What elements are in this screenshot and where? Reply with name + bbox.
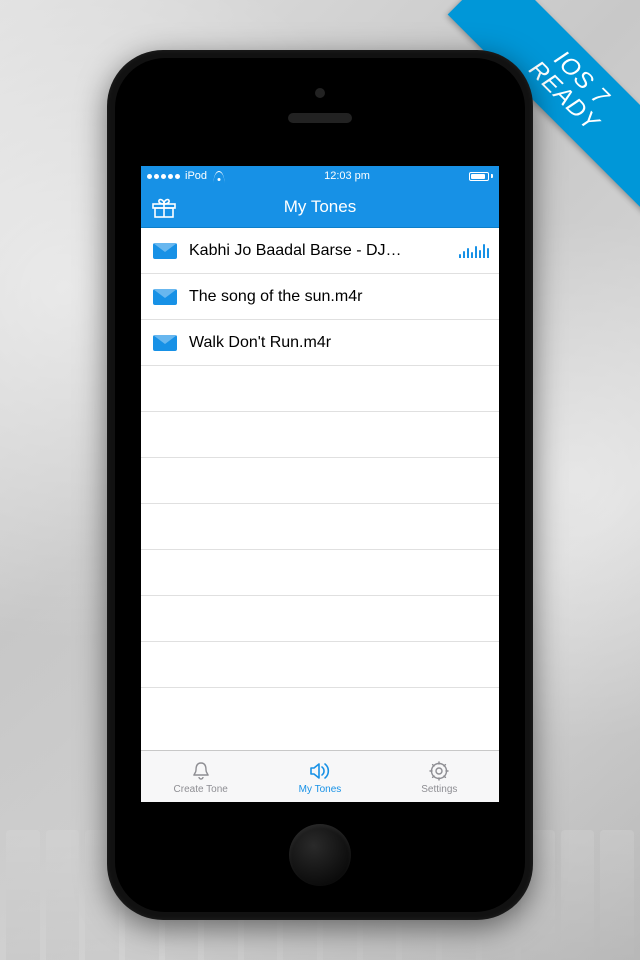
- now-playing-icon: [459, 244, 490, 258]
- tab-label: Settings: [421, 784, 457, 795]
- tab-create-tone[interactable]: Create Tone: [141, 751, 260, 802]
- tab-settings[interactable]: Settings: [380, 751, 499, 802]
- list-item-empty: [141, 412, 499, 458]
- list-item-empty: [141, 458, 499, 504]
- list-item-empty: [141, 550, 499, 596]
- gift-button[interactable]: [149, 193, 179, 221]
- mail-icon: [153, 335, 177, 351]
- status-bar: iPod 12:03 pm: [141, 166, 499, 186]
- clock-label: 12:03 pm: [324, 170, 370, 182]
- mail-icon: [153, 243, 177, 259]
- phone-speaker: [288, 113, 352, 123]
- gear-icon: [426, 759, 452, 783]
- page-title: My Tones: [284, 197, 356, 217]
- tones-list: Kabhi Jo Baadal Barse - DJ… The song of …: [141, 228, 499, 688]
- battery-icon: [469, 172, 493, 181]
- list-item[interactable]: The song of the sun.m4r: [141, 274, 499, 320]
- mail-icon: [153, 289, 177, 305]
- tone-label: Kabhi Jo Baadal Barse - DJ…: [189, 242, 447, 260]
- tab-label: Create Tone: [174, 784, 228, 795]
- list-item-empty: [141, 642, 499, 688]
- screen: iPod 12:03 pm My Tones Kabh: [141, 166, 499, 802]
- list-item[interactable]: Walk Don't Run.m4r: [141, 320, 499, 366]
- list-item[interactable]: Kabhi Jo Baadal Barse - DJ…: [141, 228, 499, 274]
- bell-icon: [188, 759, 214, 783]
- tab-my-tones[interactable]: My Tones: [260, 751, 379, 802]
- nav-bar: My Tones: [141, 186, 499, 228]
- list-item-empty: [141, 504, 499, 550]
- tone-label: The song of the sun.m4r: [189, 288, 489, 306]
- tab-label: My Tones: [299, 784, 342, 795]
- speaker-icon: [307, 759, 333, 783]
- list-item-empty: [141, 596, 499, 642]
- list-item-empty: [141, 366, 499, 412]
- phone-camera: [315, 88, 325, 98]
- gift-icon: [151, 195, 177, 219]
- home-button[interactable]: [289, 824, 351, 886]
- tone-label: Walk Don't Run.m4r: [189, 334, 489, 352]
- carrier-label: iPod: [185, 170, 207, 182]
- tab-bar: Create Tone My Tones Settings: [141, 750, 499, 802]
- signal-dots-icon: [147, 174, 180, 179]
- wifi-icon: [212, 171, 225, 181]
- phone-frame: iPod 12:03 pm My Tones Kabh: [107, 50, 533, 920]
